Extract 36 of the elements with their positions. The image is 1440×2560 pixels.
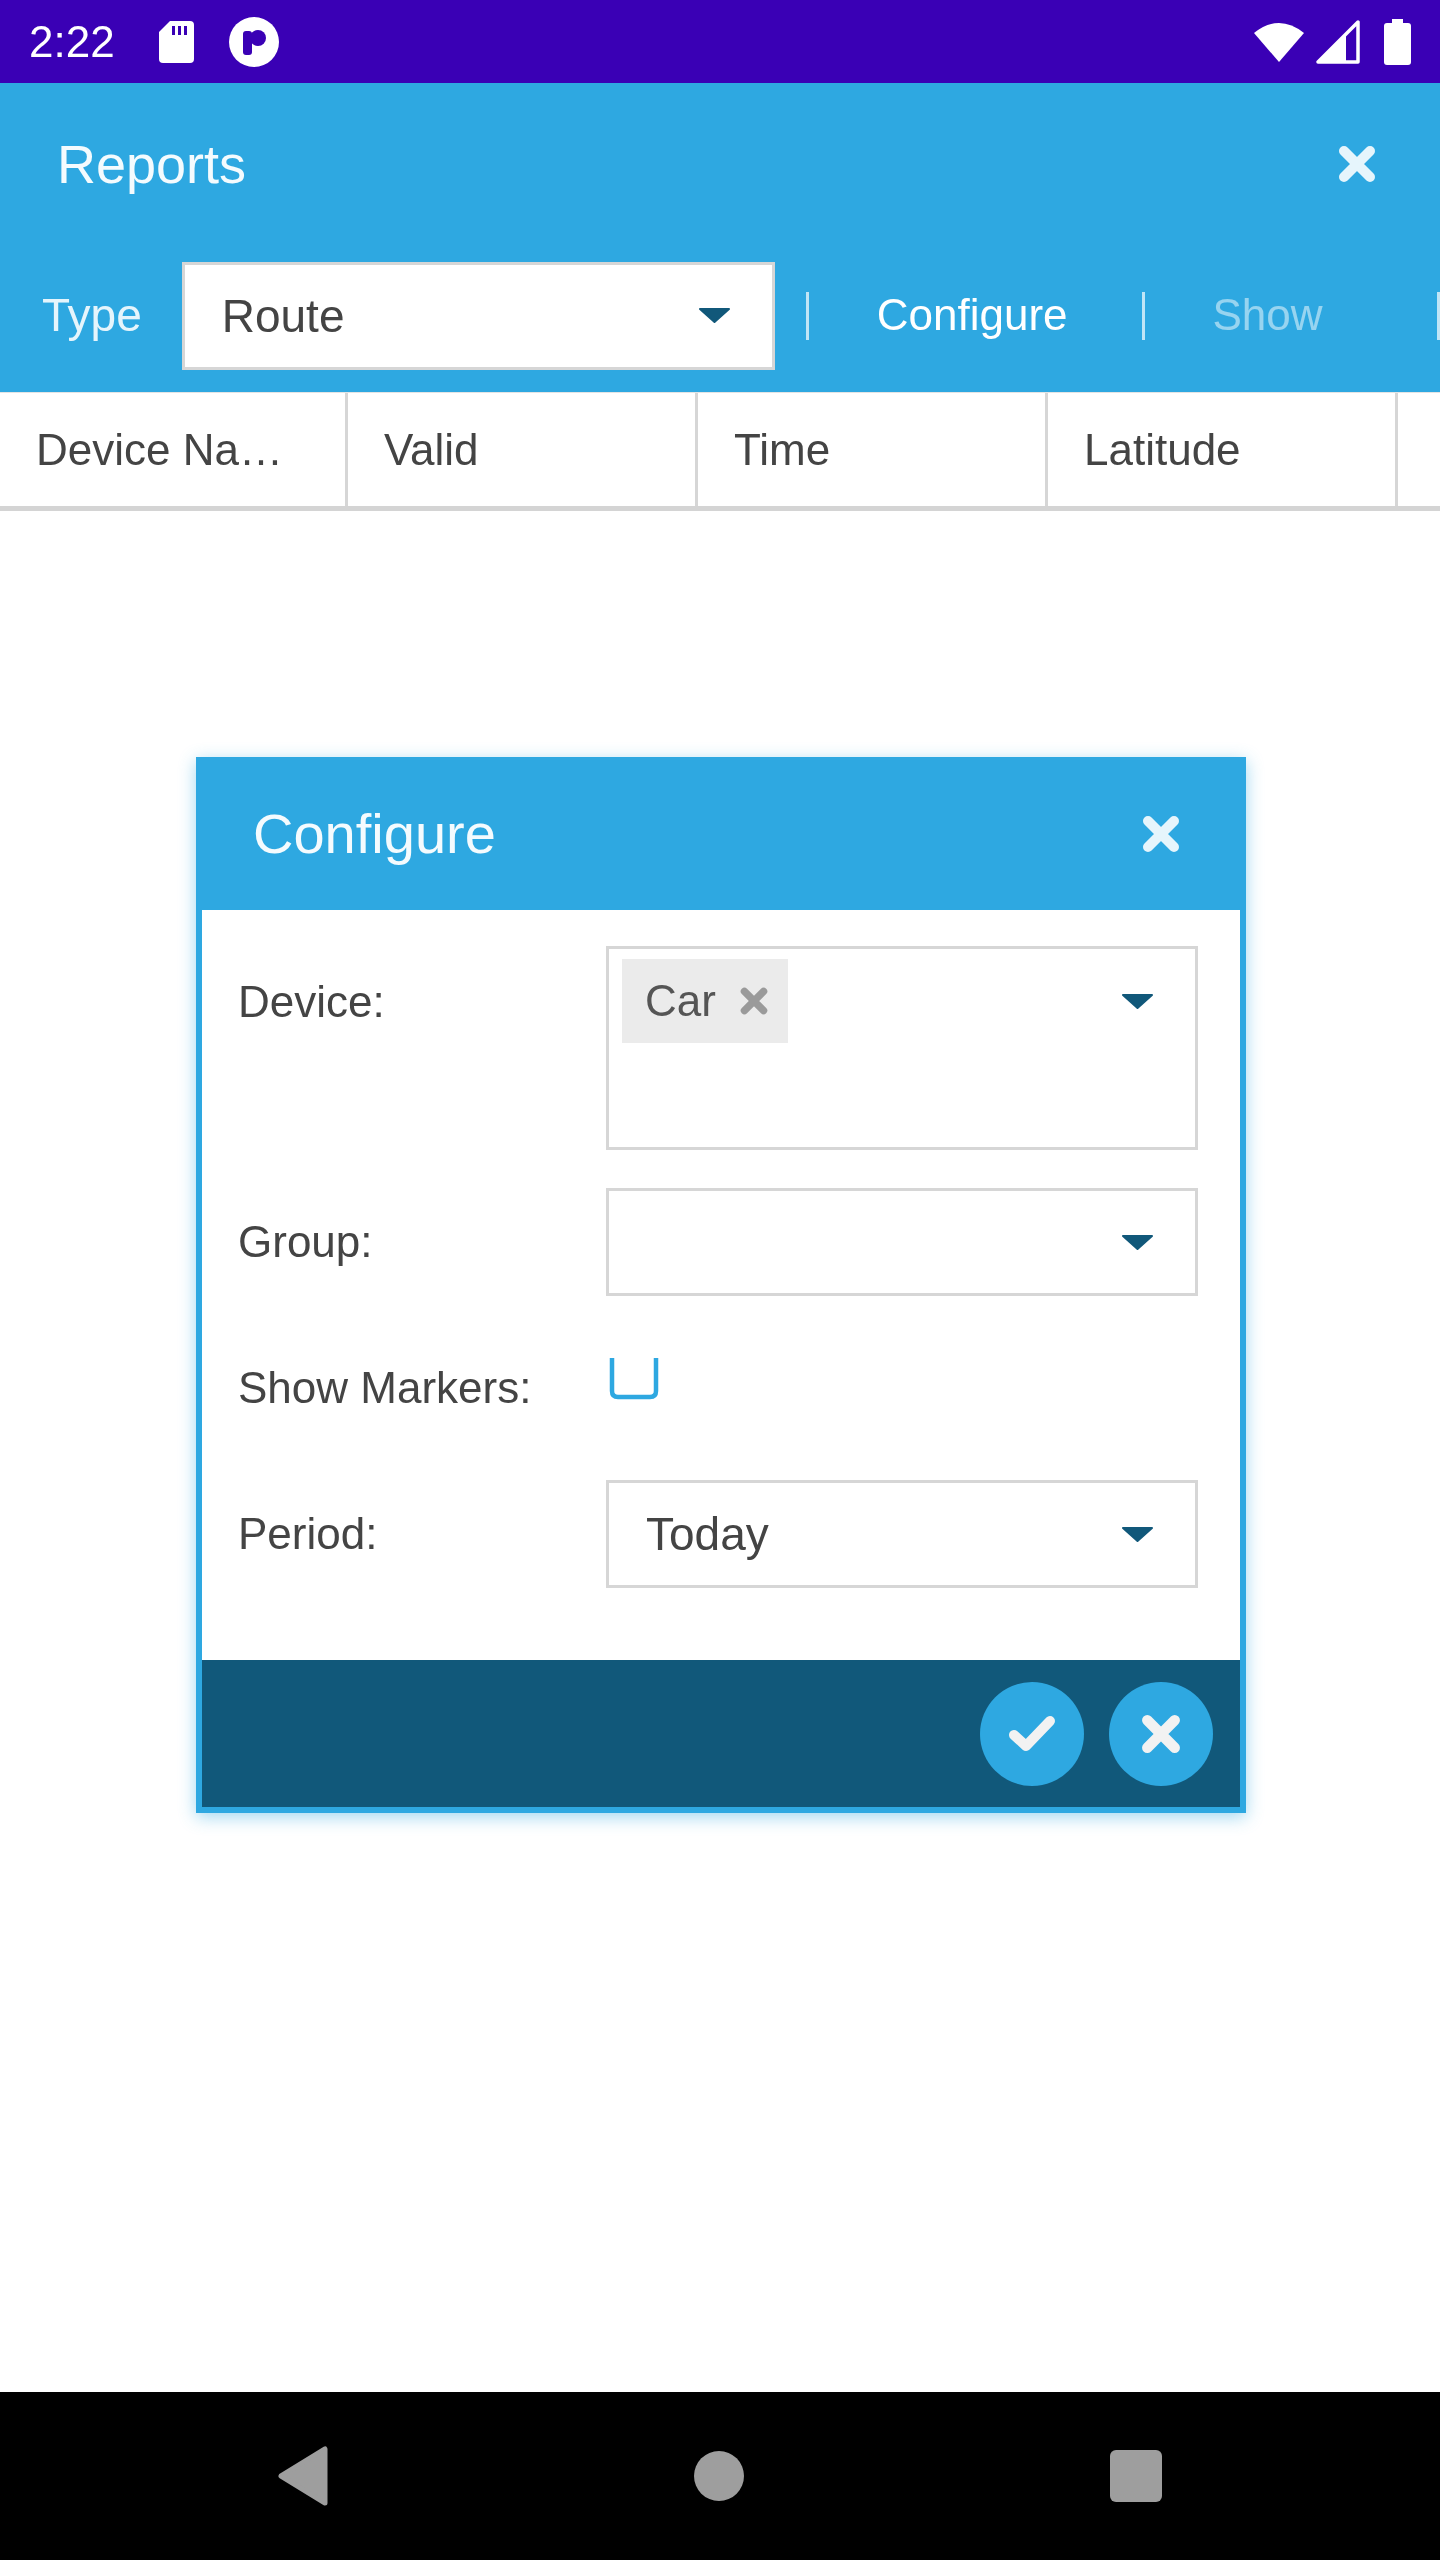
back-icon[interactable] bbox=[278, 2446, 328, 2506]
battery-icon bbox=[1384, 18, 1411, 65]
checkbox[interactable] bbox=[609, 1358, 659, 1400]
field-label: Device: bbox=[238, 976, 386, 1028]
column-header: Valid bbox=[348, 393, 698, 506]
status-time: 2:22 bbox=[29, 19, 115, 64]
close-button[interactable] bbox=[1142, 814, 1180, 853]
field-label: Period: bbox=[238, 1507, 379, 1560]
caret-icon bbox=[1122, 994, 1153, 1009]
type-dropdown[interactable]: Route bbox=[181, 261, 775, 370]
dialog-title: Configure bbox=[253, 800, 496, 867]
close-icon bbox=[1142, 814, 1180, 853]
close-icon bbox=[1338, 145, 1376, 183]
dropdown-field[interactable]: Today bbox=[606, 1480, 1198, 1588]
page-title: Reports bbox=[57, 132, 247, 196]
dropdown-field[interactable] bbox=[606, 1188, 1198, 1296]
selected-tag[interactable]: Car bbox=[622, 959, 788, 1043]
check-icon bbox=[1008, 1714, 1056, 1753]
type-label: Type bbox=[42, 287, 142, 343]
device-select[interactable]: Car bbox=[606, 946, 1198, 1150]
close-icon bbox=[1141, 1713, 1181, 1754]
field-label: Group: bbox=[238, 1215, 374, 1268]
column-header: Latitude bbox=[1048, 393, 1398, 506]
column-header: Time bbox=[698, 393, 1048, 506]
home-icon[interactable] bbox=[694, 2451, 744, 2501]
field-label: Show Markers: bbox=[238, 1361, 533, 1414]
close-icon[interactable] bbox=[739, 987, 768, 1015]
caret-icon bbox=[698, 308, 730, 323]
wifi-icon bbox=[1254, 21, 1304, 62]
sd-card-icon bbox=[158, 20, 194, 63]
column-header: Device Na… bbox=[0, 393, 348, 506]
signal-icon bbox=[1316, 19, 1360, 64]
close-button[interactable] bbox=[1338, 145, 1376, 183]
caret-icon bbox=[1122, 1234, 1153, 1250]
caret-icon bbox=[1122, 1526, 1153, 1542]
app-logo-icon bbox=[228, 16, 279, 67]
